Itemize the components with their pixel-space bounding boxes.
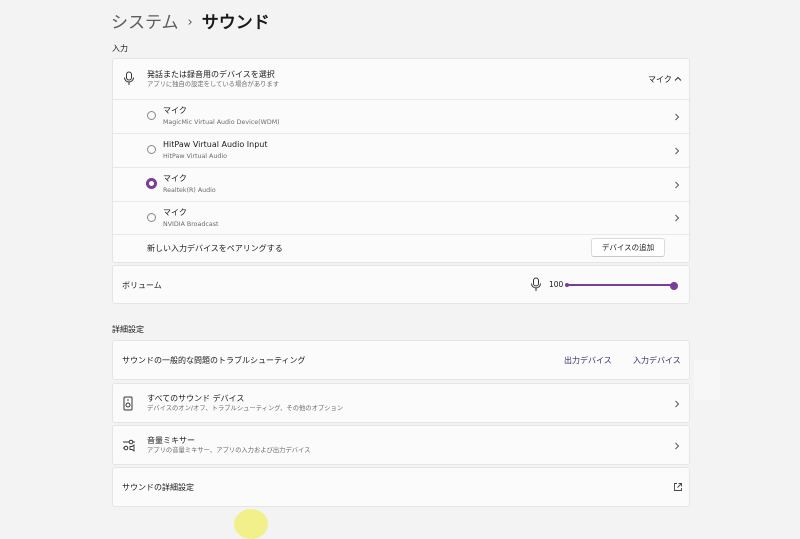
input-devices-link[interactable]: 入力デバイス: [633, 355, 681, 366]
device-radio[interactable]: [147, 145, 156, 154]
chevron-right-icon[interactable]: [672, 180, 682, 190]
all-sound-devices-title: すべてのサウンド デバイス: [147, 394, 245, 403]
device-radio[interactable]: [147, 213, 156, 222]
chevron-right-icon[interactable]: [672, 399, 682, 409]
device-name: マイク: [163, 106, 187, 115]
volume-mixer-card[interactable]: 音量ミキサー アプリの音量ミキサー、アプリの入力および出力デバイス: [112, 425, 690, 465]
volume-mixer-title: 音量ミキサー: [147, 436, 195, 445]
speaker-icon: [123, 396, 133, 411]
input-device-header[interactable]: 発話または録音用のデバイスを選択 アプリに独自の設定をしている場合があります マ…: [113, 59, 689, 99]
device-option[interactable]: マイク MagicMic Virtual Audio Device(WDM): [113, 100, 689, 133]
volume-slider[interactable]: [565, 282, 678, 290]
device-name: HitPaw Virtual Audio Input: [163, 140, 268, 149]
all-sound-devices-subtitle: デバイスのオン/オフ、トラブルシューティング、その他のオプション: [147, 405, 344, 412]
device-detail: NVIDIA Broadcast: [163, 221, 219, 228]
chevron-right-icon[interactable]: [672, 441, 682, 451]
chevron-right-icon[interactable]: [672, 146, 682, 156]
selected-device-value: マイク: [648, 75, 672, 84]
page-title: サウンド: [201, 13, 270, 33]
device-detail: MagicMic Virtual Audio Device(WDM): [163, 119, 280, 126]
volume-slider-fill: [567, 284, 673, 286]
device-name: マイク: [163, 174, 187, 183]
device-radio[interactable]: [147, 111, 156, 120]
section-label-input: 入力: [112, 44, 128, 53]
add-device-button[interactable]: デバイスの追加: [591, 238, 665, 257]
output-devices-link[interactable]: 出力デバイス: [564, 355, 612, 366]
input-device-title: 発話または録音用のデバイスを選択: [147, 70, 275, 79]
more-sound-settings-card[interactable]: サウンドの詳細設定: [112, 467, 690, 507]
chevron-right-icon[interactable]: [672, 213, 682, 223]
volume-value: 100: [549, 280, 564, 289]
chevron-right-icon[interactable]: [672, 112, 682, 122]
breadcrumb: システム › サウンド: [111, 11, 270, 35]
input-device-card: 発話または録音用のデバイスを選択 アプリに独自の設定をしている場合があります マ…: [112, 58, 690, 263]
input-device-subtitle: アプリに独自の設定をしている場合があります: [147, 81, 280, 88]
all-sound-devices-card[interactable]: すべてのサウンド デバイス デバイスのオン/オフ、トラブルシューティング、その他…: [112, 383, 690, 423]
pair-device-label: 新しい入力デバイスをペアリングする: [147, 244, 283, 253]
volume-label: ボリューム: [122, 281, 162, 290]
device-option[interactable]: マイク NVIDIA Broadcast: [113, 202, 689, 234]
microphone-icon[interactable]: [530, 277, 542, 292]
device-radio-selected[interactable]: [146, 178, 157, 189]
breadcrumb-separator: ›: [187, 15, 193, 30]
device-detail: Realtek(R) Audio: [163, 187, 216, 194]
more-sound-settings-label: サウンドの詳細設定: [122, 483, 194, 492]
volume-card: ボリューム 100: [112, 265, 690, 304]
device-detail: HitPaw Virtual Audio: [163, 153, 227, 160]
section-label-advanced: 詳細設定: [112, 325, 144, 334]
device-option[interactable]: マイク Realtek(R) Audio: [113, 168, 689, 201]
volume-slider-thumb[interactable]: [670, 282, 678, 290]
external-link-icon[interactable]: [673, 482, 683, 492]
volume-mixer-subtitle: アプリの音量ミキサー、アプリの入力および出力デバイス: [147, 447, 311, 454]
breadcrumb-parent-system[interactable]: システム: [111, 11, 179, 35]
background-shape: [694, 360, 720, 400]
device-name: マイク: [163, 208, 187, 217]
chevron-up-icon[interactable]: [673, 74, 683, 84]
cursor-highlight: [234, 509, 268, 539]
troubleshoot-label: サウンドの一般的な問題のトラブルシューティング: [122, 356, 306, 365]
volume-slider-start: [565, 283, 569, 287]
device-option[interactable]: HitPaw Virtual Audio Input HitPaw Virtua…: [113, 134, 689, 167]
microphone-icon: [124, 71, 134, 85]
pair-device-row: 新しい入力デバイスをペアリングする デバイスの追加: [113, 235, 689, 263]
troubleshoot-card: サウンドの一般的な問題のトラブルシューティング 出力デバイス 入力デバイス: [112, 340, 690, 380]
mixer-icon: [123, 439, 135, 452]
